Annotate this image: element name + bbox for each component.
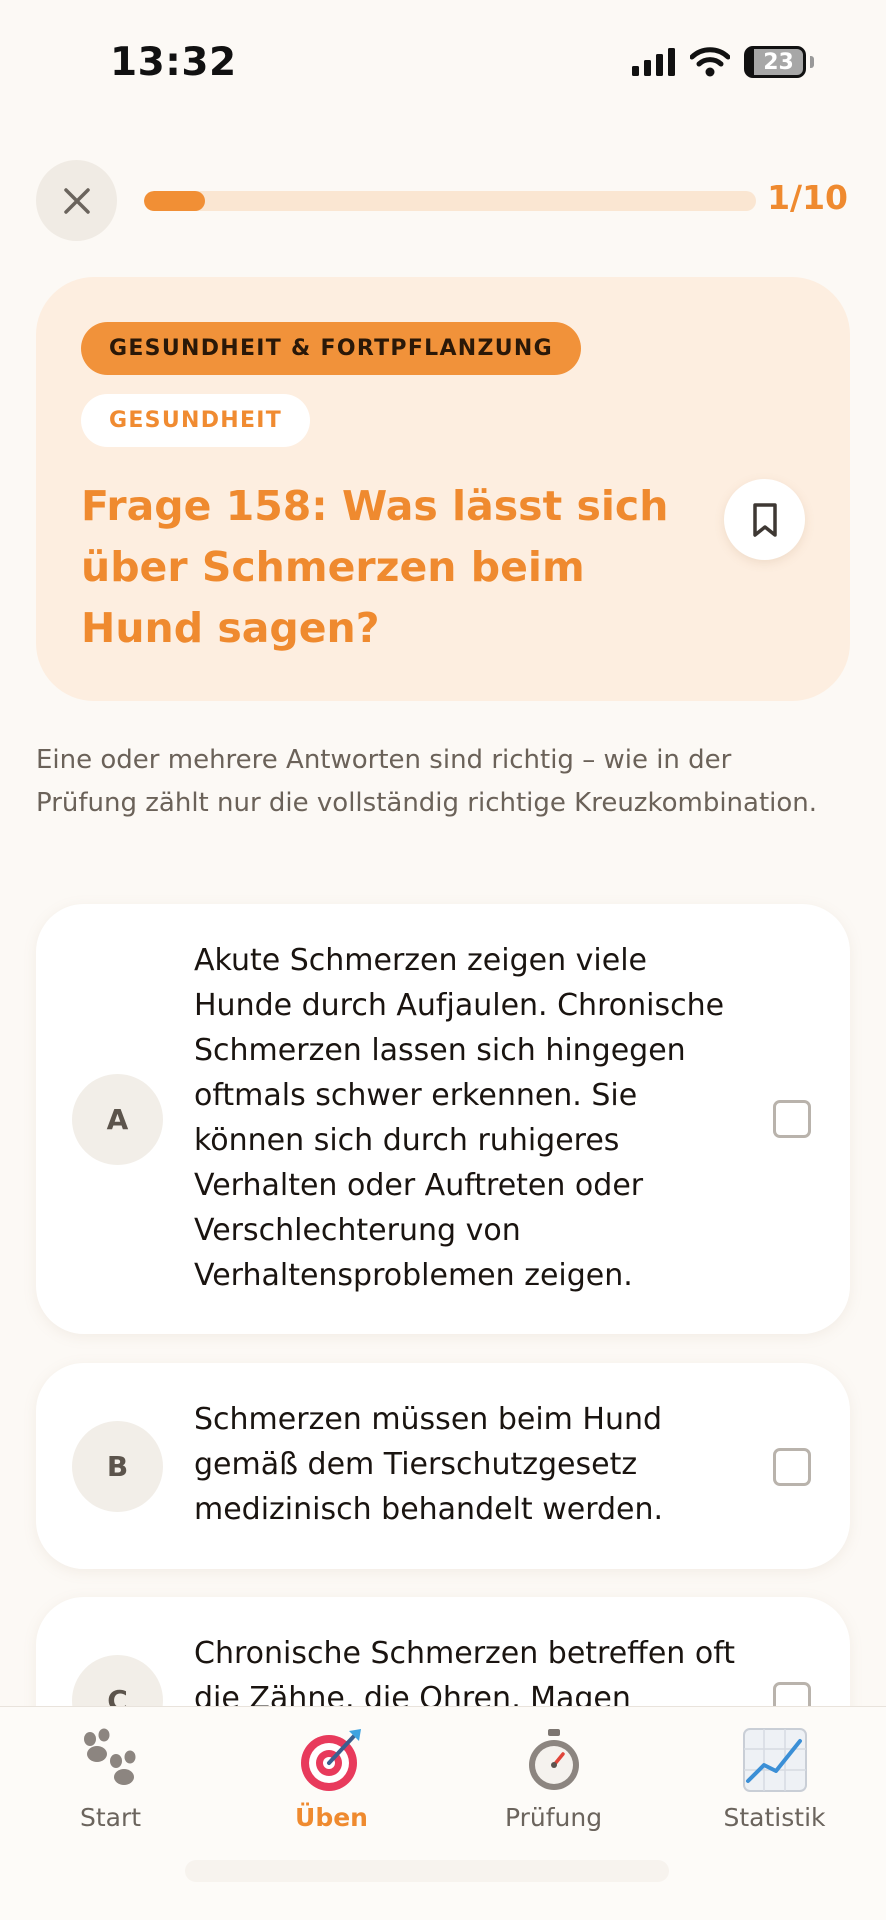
answer-letter: A [72,1074,163,1165]
stopwatch-icon [521,1727,587,1793]
tab-statistik[interactable]: Statistik [664,1707,885,1847]
answer-text: Schmerzen müssen beim Hund gemäß dem Tie… [194,1402,664,1527]
question-title: Frage 158: Was lässt sich über Schmerzen… [81,482,669,652]
tab-label: Üben [295,1803,368,1832]
tab-label: Statistik [723,1803,826,1832]
close-icon [63,187,90,214]
answer-option-b[interactable]: B Schmerzen müssen beim Hund gemäß dem T… [36,1363,850,1569]
question-card: GESUNDHEIT & FORTPFLANZUNG GESUNDHEIT Fr… [36,277,850,701]
progress-count: 1/10 [767,178,848,217]
tab-label: Start [79,1803,142,1832]
bookmark-icon [752,502,777,537]
close-button[interactable] [36,160,117,241]
progress-bar [144,191,756,211]
status-bar: 13:32 23 [0,0,886,130]
answer-option-a[interactable]: A Akute Schmerzen zeigen viele Hunde dur… [36,904,850,1334]
subcategory-chip: GESUNDHEIT [81,394,311,447]
tab-pruefung[interactable]: Prüfung [443,1707,664,1847]
answer-checkbox[interactable] [773,1100,811,1138]
wifi-icon [690,47,730,77]
status-icons: 23 [632,46,814,78]
paw-icon [78,1727,144,1793]
tab-ueben[interactable]: Üben [221,1707,442,1847]
tab-start[interactable]: Start [0,1707,221,1847]
answer-letter: B [72,1421,163,1512]
tab-bar: Start Üben Prüfung Statistik [0,1706,886,1920]
target-icon [299,1727,365,1793]
battery-tip [810,56,814,68]
category-chip: GESUNDHEIT & FORTPFLANZUNG [81,322,581,375]
cellular-signal-icon [632,48,675,76]
chart-icon [742,1727,808,1793]
battery-icon: 23 [744,46,806,78]
answer-checkbox[interactable] [773,1448,811,1486]
home-indicator [185,1860,669,1882]
answer-text: Akute Schmerzen zeigen viele Hunde durch… [194,943,725,1293]
instructions-text: Eine oder mehrere Antworten sind richtig… [36,745,818,818]
status-time: 13:32 [110,40,237,85]
progress-fill [144,191,206,211]
tab-label: Prüfung [504,1803,603,1832]
bookmark-button[interactable] [724,479,805,560]
